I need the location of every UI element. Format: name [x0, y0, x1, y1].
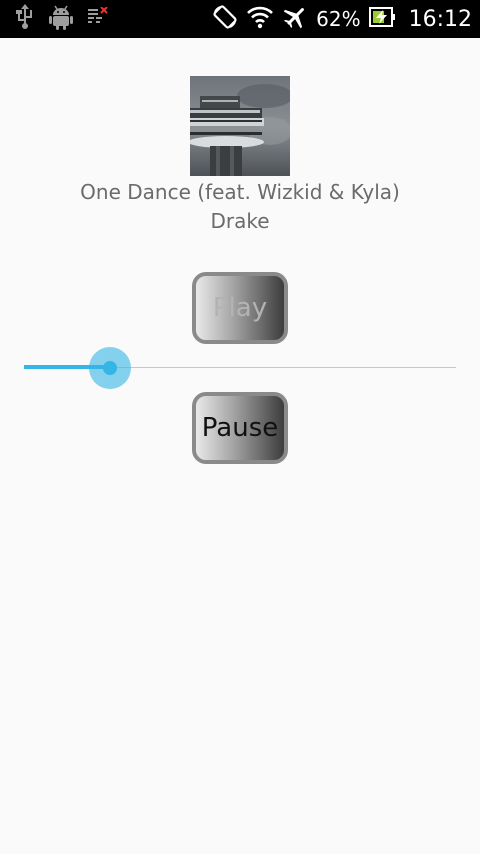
player-screen: One Dance (feat. Wizkid & Kyla) Drake Pl… [0, 38, 480, 854]
airplane-mode-icon [282, 4, 308, 34]
status-bar: 62% 16:12 [0, 0, 480, 38]
android-debug-icon [48, 4, 74, 34]
usb-icon [16, 4, 34, 34]
status-right-icons: 62% 16:12 [212, 0, 472, 38]
status-clock: 16:12 [408, 6, 472, 32]
battery-percentage: 62% [316, 7, 361, 31]
wifi-icon [246, 5, 274, 33]
status-left-icons [16, 4, 108, 34]
seek-bar[interactable] [24, 346, 456, 390]
play-button[interactable]: Play [192, 272, 288, 344]
rotation-icon [212, 4, 238, 34]
track-title: One Dance (feat. Wizkid & Kyla) [80, 180, 400, 204]
seek-thumb[interactable] [103, 361, 117, 375]
notification-icon [88, 6, 108, 31]
battery-charging-icon [368, 6, 395, 32]
track-artist: Drake [210, 209, 270, 233]
pause-button[interactable]: Pause [192, 392, 288, 464]
album-art-image [190, 76, 290, 176]
